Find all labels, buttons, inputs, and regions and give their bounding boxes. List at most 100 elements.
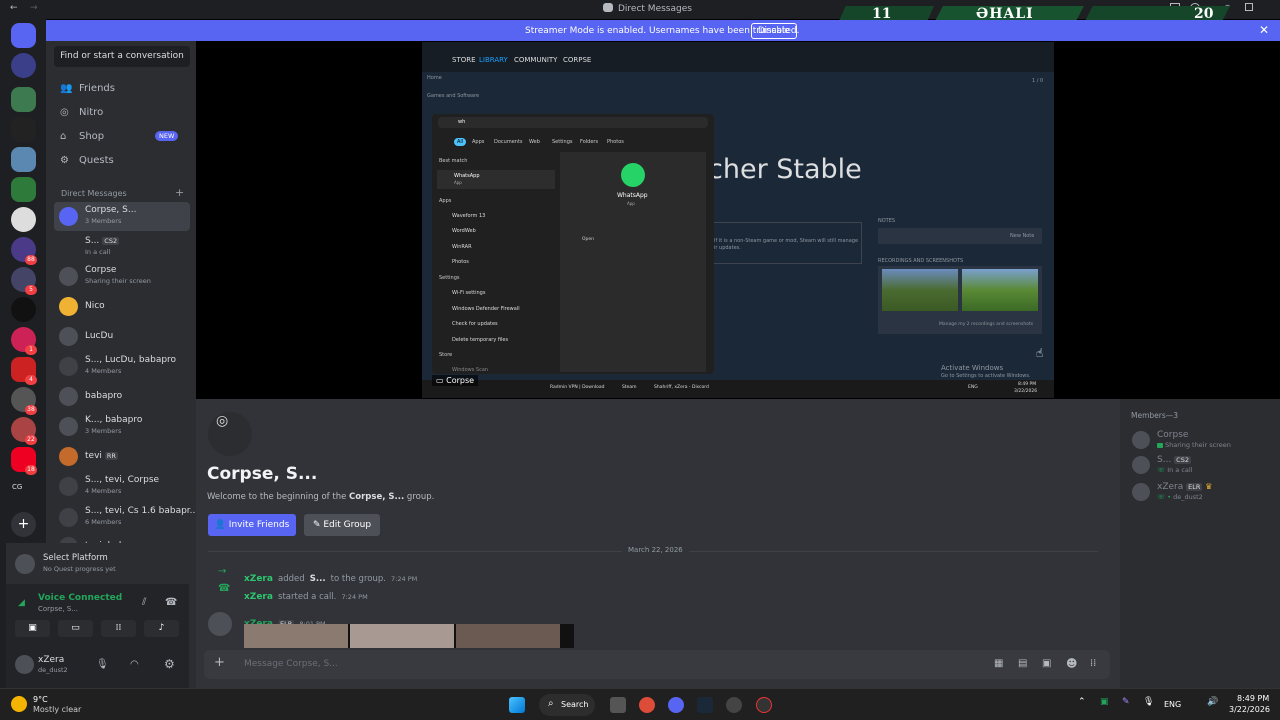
tray-app-icon[interactable]: ▣ (1100, 697, 1109, 707)
windows-start-icon[interactable] (509, 697, 525, 713)
steam-recordings-label: RECORDINGS AND SCREENSHOTS (878, 258, 964, 264)
member-item[interactable]: S... CS2 ☏ In a call (1130, 454, 1275, 478)
server-icon[interactable] (11, 147, 36, 172)
nav-quests[interactable]: ⚙ Quests (54, 150, 190, 172)
weather-temp[interactable]: 9°C (33, 695, 48, 704)
tray-mic-icon[interactable]: 🎙 (1143, 697, 1154, 707)
voice-status[interactable]: Voice Connected (38, 593, 122, 603)
member-item[interactable]: Corpse Sharing their screen (1130, 429, 1275, 453)
soundboard-button[interactable]: ♪ (144, 620, 179, 637)
settings-gear-icon[interactable]: ⚙ (164, 657, 175, 671)
members-header: Members—3 (1131, 411, 1179, 420)
sys-target[interactable]: S... (310, 574, 326, 584)
dm-item[interactable]: LucDu (54, 322, 190, 351)
server-icon[interactable] (11, 53, 36, 78)
dm-item[interactable]: S..., tevi, Corpse 4 Members (54, 472, 190, 501)
folder-label[interactable]: CG (12, 483, 22, 491)
start-search-query: wh (458, 119, 466, 125)
nav-friends[interactable]: 👥 Friends (54, 78, 190, 100)
home-discord-icon[interactable] (11, 23, 36, 48)
add-server-icon[interactable]: + (11, 512, 36, 537)
dm-item[interactable]: Corpse Sharing their screen (54, 262, 190, 291)
tray-date[interactable]: 3/22/2026 (1229, 705, 1270, 714)
weather-icon[interactable] (11, 696, 27, 712)
dm-subtitle: 4 Members (85, 367, 122, 375)
dm-item[interactable]: S... CS2 In a call (54, 233, 190, 262)
phone-status-icon: ☏ (1157, 466, 1168, 474)
filter-tab: Documents (494, 139, 523, 145)
dm-name: tevi (85, 451, 102, 461)
nav-shop[interactable]: ⌂ Shop NEW (54, 126, 190, 148)
edit-group-button[interactable]: ✎ Edit Group (304, 514, 380, 536)
dm-item[interactable]: K..., babapro 3 Members (54, 412, 190, 441)
gift-icon[interactable]: ▦ (994, 658, 1003, 669)
nav-nitro[interactable]: ◎ Nitro (54, 102, 190, 124)
platform-card[interactable]: Select Platform No Quest progress yet (6, 543, 189, 584)
noise-suppression-icon[interactable]: ⫽ (142, 597, 146, 608)
server-icon[interactable] (11, 297, 36, 322)
search-conversation-button[interactable]: Find or start a conversation (54, 46, 190, 67)
attachment-image[interactable] (244, 624, 348, 648)
weather-desc[interactable]: Mostly clear (33, 705, 81, 714)
server-icon[interactable] (11, 207, 36, 232)
back-arrow-icon[interactable]: ← (10, 3, 18, 13)
mention-badge: 4 (25, 375, 37, 385)
gif-icon[interactable]: ▤ (1018, 658, 1027, 669)
screenshare-button[interactable]: ▭ (58, 620, 93, 637)
forward-arrow-icon[interactable]: → (30, 3, 38, 13)
tray-pen-icon[interactable]: ✎ (1122, 697, 1130, 707)
camera-button[interactable]: ▣ (15, 620, 50, 637)
sys-username[interactable]: xZera (244, 574, 273, 584)
screen-share-stream[interactable]: STORE LIBRARY COMMUNITY CORPSE Home Game… (422, 42, 1054, 398)
tray-chevron-icon[interactable]: ⌃ (1078, 697, 1086, 707)
dm-item[interactable]: babapro (54, 382, 190, 411)
mic-icon[interactable]: 🎙 (96, 659, 109, 670)
app-taskbar-icon[interactable] (726, 697, 742, 713)
dm-item[interactable]: S..., LucDu, babapro 4 Members (54, 352, 190, 381)
server-icon[interactable] (11, 177, 36, 202)
volume-icon[interactable]: 🔊 (1207, 697, 1218, 707)
taskbar-search-button[interactable]: ⌕ Search (539, 694, 595, 716)
dm-item[interactable]: tevi RR (54, 442, 190, 471)
discord-taskbar-icon[interactable] (668, 697, 684, 713)
steam-taskbar-icon[interactable] (697, 697, 713, 713)
message-avatar[interactable] (208, 612, 232, 636)
member-name: Corpse (1157, 430, 1189, 440)
close-icon[interactable]: ✕ (1259, 23, 1269, 37)
discord-icon (603, 3, 613, 12)
emoji-icon[interactable]: ☻ (1066, 657, 1077, 670)
message-input[interactable]: Message Corpse, S... (244, 659, 338, 669)
dm-item[interactable]: Nico (54, 292, 190, 321)
disconnect-icon[interactable]: ☎ (165, 597, 177, 608)
maximize-icon[interactable] (1245, 3, 1253, 11)
server-icon[interactable] (11, 117, 36, 142)
user-name[interactable]: xZera (38, 655, 64, 665)
disable-button[interactable]: Disable (751, 23, 797, 39)
tray-language[interactable]: ENG (1164, 700, 1181, 709)
attach-plus-icon[interactable]: + (214, 655, 225, 670)
attachment-image[interactable] (350, 624, 454, 648)
server-icon[interactable] (11, 87, 36, 112)
dm-tag: CS2 (102, 237, 120, 245)
whatsapp-icon (621, 163, 645, 187)
task-view-icon[interactable] (610, 697, 626, 713)
add-dm-icon[interactable]: + (175, 186, 184, 199)
activities-button[interactable]: ⁞⁞ (101, 620, 136, 637)
voice-channel[interactable]: Corpse, S... (38, 605, 78, 613)
member-tag: CS2 (1174, 456, 1191, 464)
dm-item[interactable]: S..., tevi, Cs 1.6 babapr... 6 Members (54, 503, 198, 532)
app-taskbar-icon[interactable] (756, 697, 772, 713)
dm-item[interactable]: Corpse, S... 3 Members (54, 202, 190, 231)
sticker-icon[interactable]: ▣ (1042, 658, 1051, 669)
user-avatar[interactable] (15, 655, 34, 674)
dm-avatar (59, 327, 78, 346)
attachment-image[interactable] (456, 624, 560, 648)
headset-icon[interactable]: ◠ (130, 659, 139, 670)
member-item[interactable]: xZera ELR ♛ ☏ • de_dust2 (1130, 481, 1275, 505)
tray-time[interactable]: 8:49 PM (1237, 694, 1269, 703)
chrome-icon[interactable] (639, 697, 655, 713)
apps-icon[interactable]: ⁞⁞ (1090, 658, 1096, 669)
message-attachments[interactable] (244, 624, 574, 648)
sys-username[interactable]: xZera (244, 592, 273, 602)
invite-friends-button[interactable]: 👤 Invite Friends (208, 514, 296, 536)
